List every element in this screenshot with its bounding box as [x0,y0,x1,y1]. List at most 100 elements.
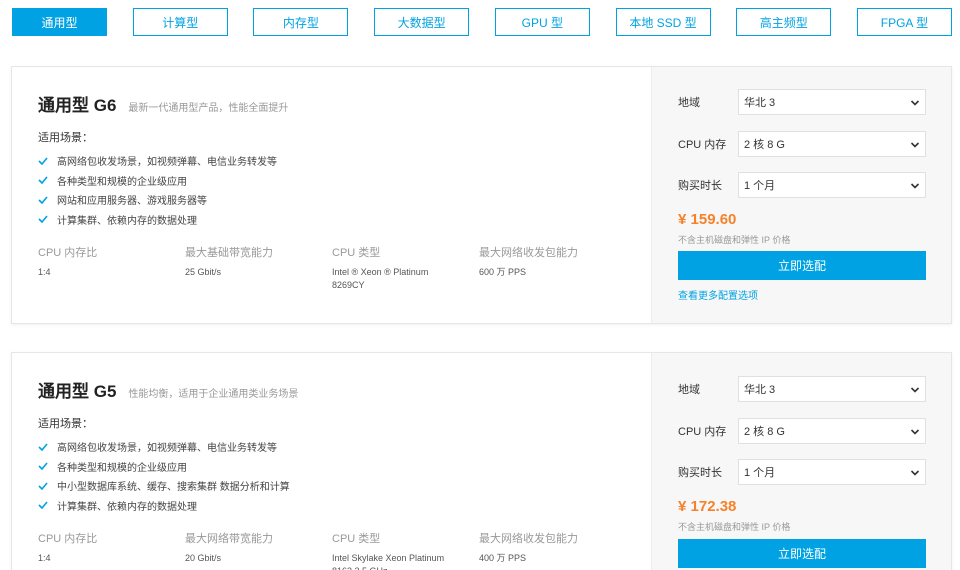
tab-gpu[interactable]: GPU 型 [494,8,590,36]
product-card-g6: 通用型 G6 最新一代通用型产品，性能全面提升 适用场景： 高网络包收发场景，如… [11,66,952,324]
spec-value: 1:4 [38,267,51,277]
spec-bandwidth: 最大网络带宽能力 20 Gbit/s [185,530,332,570]
feature-text: 网站和应用服务器、游戏服务器等 [57,196,207,208]
chevron-down-icon [910,387,920,393]
price-note: 不含主机磁盘和弹性 IP 价格 [678,522,791,532]
spec-grid: CPU 内存比 1:4 最大基础带宽能力 25 Gbit/s CPU 类型 In… [38,244,628,292]
chevron-down-icon [910,429,920,435]
region-select[interactable]: 华北 3 [738,376,926,402]
spec-name: 最大网络收发包能力 [479,247,578,259]
spec-pps: 最大网络收发包能力 600 万 PPS [479,244,626,292]
list-item: 各种类型和规模的企业级应用 [38,457,290,477]
tab-memory[interactable]: 内存型 [253,8,349,36]
cpu-memory-row: CPU 内存 2 核 8 G [678,418,926,444]
region-label: 地域 [678,97,700,109]
product-description: 最新一代通用型产品，性能全面提升 [128,103,289,114]
check-icon [38,215,48,224]
duration-select[interactable]: 1 个月 [738,172,926,198]
list-item: 高网络包收发场景，如视频弹幕、电信业务转发等 [38,151,277,171]
feature-text: 中小型数据库系统、缓存、搜索集群 数据分析和计算 [57,482,290,494]
cpu-memory-select[interactable]: 2 核 8 G [738,418,926,444]
region-value: 华北 3 [744,384,776,396]
product-description: 性能均衡，适用于企业通用类业务场景 [128,389,299,400]
spec-name: 最大网络带宽能力 [185,533,273,545]
product-info: 通用型 G6 最新一代通用型产品，性能全面提升 适用场景： 高网络包收发场景，如… [12,67,651,323]
chevron-down-icon [910,100,920,106]
tab-general[interactable]: 通用型 [12,8,107,36]
check-icon [38,501,48,510]
region-select[interactable]: 华北 3 [738,89,926,115]
tab-fpga[interactable]: FPGA 型 [856,8,952,36]
feature-text: 计算集群、依赖内存的数据处理 [57,501,197,513]
spec-value: Intel ® Xeon ® Platinum 8269CY [332,267,429,290]
duration-value: 1 个月 [744,467,776,479]
tab-big-data[interactable]: 大数据型 [374,8,470,36]
list-item: 计算集群、依赖内存的数据处理 [38,496,290,516]
spec-value: 400 万 PPS [479,553,527,563]
cpu-memory-select[interactable]: 2 核 8 G [738,131,926,157]
feature-text: 高网络包收发场景，如视频弹幕、电信业务转发等 [57,443,277,455]
config-panel: 地域 华北 3 CPU 内存 2 核 8 G 购买时长 1 个月 ¥ 159.6… [651,67,951,323]
list-item: 中小型数据库系统、缓存、搜索集群 数据分析和计算 [38,476,290,496]
check-icon [38,462,48,471]
list-item: 高网络包收发场景，如视频弹幕、电信业务转发等 [38,437,290,457]
tab-local-ssd[interactable]: 本地 SSD 型 [615,8,711,36]
spec-bandwidth: 最大基础带宽能力 25 Gbit/s [185,244,332,292]
price: ¥ 159.60 [678,211,737,228]
cpu-memory-label: CPU 内存 [678,426,727,438]
spec-name: CPU 内存比 [38,533,98,545]
chevron-down-icon [910,183,920,189]
scene-label: 适用场景： [38,132,93,144]
region-label: 地域 [678,384,700,396]
product-title: 通用型 G6 [38,96,117,115]
product-header: 通用型 G5 性能均衡，适用于企业通用类业务场景 [38,377,298,402]
price-note: 不含主机磁盘和弹性 IP 价格 [678,235,791,245]
duration-select[interactable]: 1 个月 [738,459,926,485]
spec-value: Intel Skylake Xeon Platinum 8163 2.5 GHz [332,553,445,570]
spec-value: 1:4 [38,553,51,563]
tab-high-frequency[interactable]: 高主频型 [736,8,832,36]
product-header: 通用型 G6 最新一代通用型产品，性能全面提升 [38,91,288,116]
check-icon [38,176,48,185]
product-info: 通用型 G5 性能均衡，适用于企业通用类业务场景 适用场景： 高网络包收发场景，… [12,353,651,570]
spec-name: 最大基础带宽能力 [185,247,273,259]
spec-cpu-type: CPU 类型 Intel ® Xeon ® Platinum 8269CY [332,244,479,292]
spec-cpu-type: CPU 类型 Intel Skylake Xeon Platinum 8163 … [332,530,479,570]
duration-row: 购买时长 1 个月 [678,172,926,198]
tab-compute[interactable]: 计算型 [132,8,228,36]
config-panel: 地域 华北 3 CPU 内存 2 核 8 G 购买时长 1 个月 ¥ 172.3… [651,353,951,570]
more-options-link[interactable]: 查看更多配置选项 [678,287,758,302]
region-row: 地域 华北 3 [678,376,926,402]
scene-label: 适用场景： [38,418,93,430]
chevron-down-icon [910,470,920,476]
duration-row: 购买时长 1 个月 [678,459,926,485]
spec-grid: CPU 内存比 1:4 最大网络带宽能力 20 Gbit/s CPU 类型 In… [38,530,628,570]
feature-text: 高网络包收发场景，如视频弹幕、电信业务转发等 [57,157,277,169]
cpu-memory-value: 2 核 8 G [744,139,785,151]
cpu-memory-row: CPU 内存 2 核 8 G [678,131,926,157]
feature-list: 高网络包收发场景，如视频弹幕、电信业务转发等 各种类型和规模的企业级应用 中小型… [38,437,290,515]
product-card-g5: 通用型 G5 性能均衡，适用于企业通用类业务场景 适用场景： 高网络包收发场景，… [11,352,952,570]
list-item: 网站和应用服务器、游戏服务器等 [38,190,277,210]
instance-type-tabs: 通用型 计算型 内存型 大数据型 GPU 型 本地 SSD 型 高主频型 FPG… [12,8,952,36]
check-icon [38,443,48,451]
list-item: 各种类型和规模的企业级应用 [38,171,277,191]
spec-value: 25 Gbit/s [185,267,222,277]
check-icon [38,157,48,165]
spec-cpu-memory-ratio: CPU 内存比 1:4 [38,244,185,292]
spec-name: 最大网络收发包能力 [479,533,578,545]
duration-label: 购买时长 [678,467,722,479]
spec-name: CPU 类型 [332,247,381,259]
configure-now-button[interactable]: 立即选配 [678,251,926,280]
price: ¥ 172.38 [678,498,737,515]
feature-text: 各种类型和规模的企业级应用 [57,462,187,474]
feature-text: 各种类型和规模的企业级应用 [57,176,187,188]
spec-cpu-memory-ratio: CPU 内存比 1:4 [38,530,185,570]
feature-text: 计算集群、依赖内存的数据处理 [57,215,197,227]
configure-now-button[interactable]: 立即选配 [678,539,926,568]
region-row: 地域 华北 3 [678,89,926,115]
cpu-memory-value: 2 核 8 G [744,426,785,438]
spec-name: CPU 内存比 [38,247,98,259]
spec-name: CPU 类型 [332,533,381,545]
spec-value: 600 万 PPS [479,267,527,277]
